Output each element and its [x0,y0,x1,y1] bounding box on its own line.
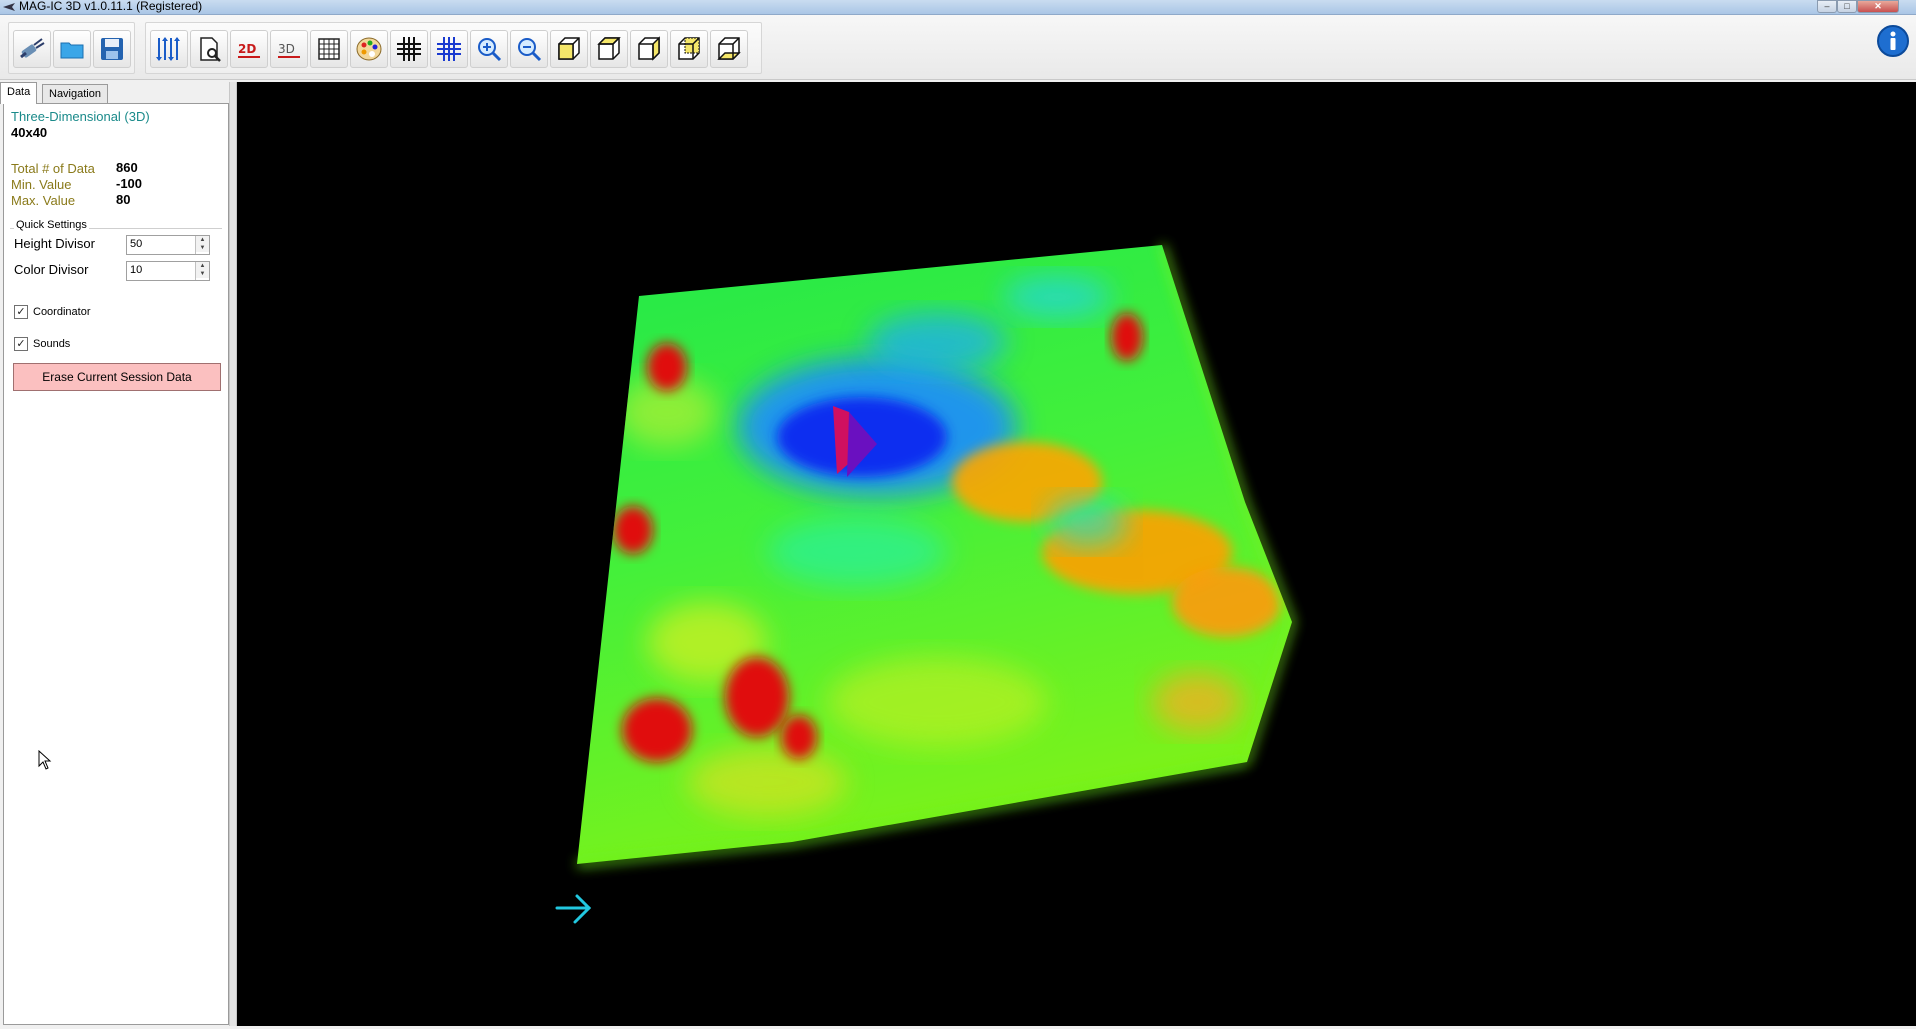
grid-icon [318,38,340,60]
tab-navigation[interactable]: Navigation [42,84,108,103]
magnetic-surface [576,244,1296,868]
grid-size-value: 40x40 [11,125,48,140]
color-divisor-arrows[interactable]: ▲ ▼ [195,262,209,280]
chevron-down-icon[interactable]: ▼ [196,270,209,278]
2d-view-icon: 2D [238,42,260,58]
data-columns-icon [156,37,180,61]
connect-device-button[interactable] [13,30,51,68]
3d-viewport[interactable] [237,82,1916,1026]
label-3d: 3D [278,42,295,56]
height-divisor-arrows[interactable]: ▲ ▼ [195,236,209,254]
zoom-in-icon [478,38,502,62]
window-title: MAG-IC 3D v1.0.11.1 (Registered) [19,0,203,13]
open-folder-icon [60,42,84,59]
app-icon [3,3,15,11]
zoom-out-icon [518,38,542,62]
cube-view-2-button[interactable] [590,30,628,68]
save-button[interactable] [93,30,131,68]
coordinator-checkbox[interactable]: ✓ [14,305,28,319]
color-divisor-stepper[interactable]: 10 ▲ ▼ [126,261,210,281]
cube-view-4-icon [678,37,700,60]
sounds-label: Sounds [33,338,71,350]
mouse-cursor-icon [38,750,52,770]
surface-plot[interactable] [237,82,1916,1026]
cube-view-3-button[interactable] [630,30,668,68]
open-folder-button[interactable] [53,30,91,68]
height-divisor-label: Height Divisor [14,236,95,251]
3d-view-icon: 3D [278,42,300,58]
min-value: -100 [116,176,143,191]
cube-view-4-button[interactable] [670,30,708,68]
tab-data[interactable]: Data [0,82,38,104]
axis-arrow-icon [555,894,592,924]
grid-lines-icon [397,37,421,61]
cube-view-1-icon [558,37,580,60]
maximize-button[interactable]: □ [1837,0,1857,13]
connect-device-icon [20,38,45,59]
chevron-up-icon[interactable]: ▲ [196,262,209,270]
mode-label: Three-Dimensional (3D) [11,109,150,124]
view-2d-button[interactable]: 2D [230,30,268,68]
preview-button[interactable] [190,30,228,68]
panel-splitter[interactable] [229,82,237,1026]
cube-view-2-icon [597,37,621,60]
preview-icon [200,37,221,62]
minimize-button[interactable]: – [1817,0,1837,13]
data-panel: Three-Dimensional (3D) 40x40 Total # of … [3,103,229,1025]
close-button[interactable]: ✕ [1857,0,1899,13]
zoom-in-button[interactable] [470,30,508,68]
zoom-out-button[interactable] [510,30,548,68]
total-data-label: Total # of Data [11,161,95,176]
chevron-up-icon[interactable]: ▲ [196,236,209,244]
cube-view-1-button[interactable] [550,30,588,68]
label-2d: 2D [238,42,256,56]
palette-button[interactable] [350,30,388,68]
palette-icon [356,37,382,61]
min-value-label: Min. Value [11,177,72,192]
max-value: 80 [116,192,131,207]
coordinator-label: Coordinator [33,306,91,318]
cube-view-3-icon [638,36,660,61]
max-value-label: Max. Value [11,193,76,208]
data-columns-button[interactable] [150,30,188,68]
grid-lines-blue-icon [437,37,461,61]
height-divisor-value[interactable]: 50 [130,238,142,250]
color-divisor-label: Color Divisor [14,262,89,277]
view-3d-button[interactable]: 3D [270,30,308,68]
total-data-value: 860 [116,160,138,175]
cube-view-5-button[interactable] [710,30,748,68]
color-divisor-value[interactable]: 10 [130,264,142,276]
save-icon [101,38,123,60]
sounds-checkbox[interactable]: ✓ [14,337,28,351]
grid-button[interactable] [310,30,348,68]
title-bar: MAG-IC 3D v1.0.11.1 (Registered) – □ ✕ [0,0,1916,15]
grid-lines-button[interactable] [390,30,428,68]
erase-session-button[interactable]: Erase Current Session Data [13,363,221,391]
height-divisor-stepper[interactable]: 50 ▲ ▼ [126,235,210,255]
grid-lines-blue-button[interactable] [430,30,468,68]
info-button[interactable] [1876,24,1910,58]
cube-view-5-icon [717,37,741,60]
info-icon [1877,25,1909,57]
chevron-down-icon[interactable]: ▼ [196,244,209,252]
quick-settings-title: Quick Settings [14,219,89,231]
